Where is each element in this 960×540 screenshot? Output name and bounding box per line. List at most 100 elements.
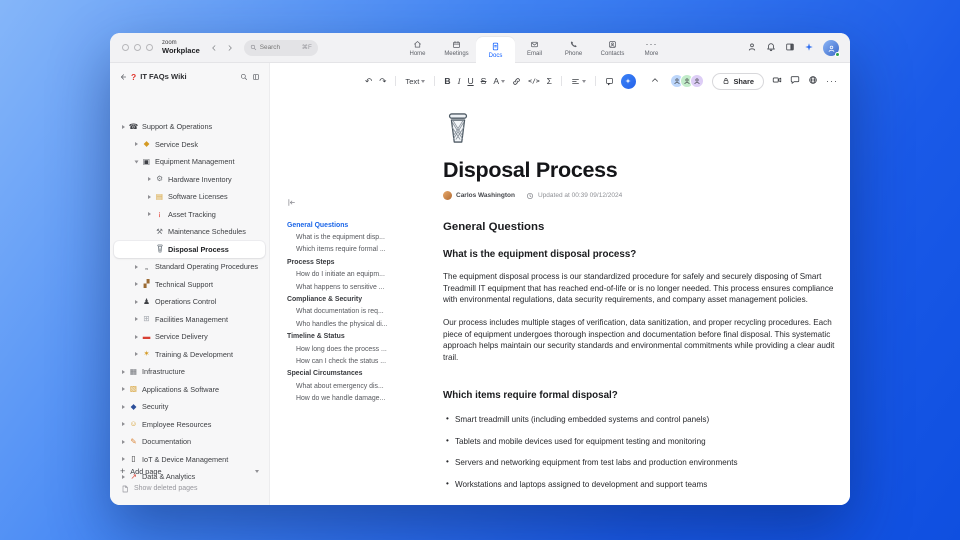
side-panel-toggle-icon[interactable] [785, 39, 795, 57]
chevron-right-icon[interactable] [131, 142, 141, 147]
chevron-right-icon[interactable] [118, 422, 128, 427]
close-window-icon[interactable] [122, 44, 129, 51]
chevron-right-icon[interactable] [131, 317, 141, 322]
global-search[interactable]: ⌘F [243, 39, 318, 56]
chevron-down-icon[interactable] [255, 469, 259, 473]
outline-item[interactable]: What about emergency dis... [287, 380, 439, 392]
tab-contacts[interactable]: Contacts [593, 33, 632, 63]
show-deleted-pages-button[interactable]: Show deleted pages [110, 480, 269, 497]
profile-icon[interactable] [747, 39, 757, 57]
chevron-right-icon[interactable] [144, 212, 154, 217]
add-page-button[interactable]: + Add page [110, 463, 269, 481]
share-button[interactable]: Share [712, 72, 764, 90]
sidebar-item-facilities-management[interactable]: ⊞ Facilities Management [110, 311, 269, 329]
outline-item[interactable]: Process Steps [287, 256, 439, 268]
sidebar-item-technical-support[interactable]: ▞ Technical Support [110, 276, 269, 294]
redo-icon[interactable]: ↷ [379, 77, 386, 86]
sidebar-item-standard-operating-procedures[interactable]: „ Standard Operating Procedures [110, 258, 269, 276]
chevron-right-icon[interactable] [131, 264, 141, 269]
outline-item[interactable]: Which items require formal ... [287, 244, 439, 256]
sidebar-item-software-licenses[interactable]: ▤ Software Licenses [110, 188, 269, 206]
chevron-right-icon[interactable] [118, 439, 128, 444]
strikethrough-button[interactable]: S [481, 77, 487, 86]
chevron-right-icon[interactable] [118, 404, 128, 409]
forward-icon[interactable] [226, 39, 234, 57]
outline-item[interactable]: Compliance & Security [287, 293, 439, 305]
tab-docs[interactable]: Docs [476, 37, 515, 63]
sidebar-item-hardware-inventory[interactable]: ⚙ Hardware Inventory [110, 171, 269, 189]
insert-link-button[interactable] [512, 77, 521, 86]
notifications-bell-icon[interactable] [766, 39, 776, 57]
more-options-icon[interactable]: ··· [826, 76, 838, 86]
minimize-window-icon[interactable] [134, 44, 141, 51]
globe-icon[interactable] [808, 72, 818, 90]
outline-item[interactable]: What is the equipment disp... [287, 231, 439, 243]
search-input[interactable] [259, 44, 294, 51]
outline-item[interactable]: How do I initiate an equipm... [287, 269, 439, 281]
italic-button[interactable]: I [458, 77, 461, 86]
chevron-right-icon[interactable] [118, 369, 128, 374]
tab-home[interactable]: Home [398, 33, 437, 63]
sidebar-item-security[interactable]: ◆ Security [110, 398, 269, 416]
back-arrow-icon[interactable] [119, 68, 127, 86]
maximize-window-icon[interactable] [146, 44, 153, 51]
chevron-right-icon[interactable] [131, 299, 141, 304]
sidebar-item-infrastructure[interactable]: ▦ Infrastructure [110, 363, 269, 381]
outline-item[interactable]: Timeline & Status [287, 331, 439, 343]
ai-companion-icon[interactable] [804, 39, 814, 57]
sidebar-collapse-icon[interactable] [252, 68, 260, 86]
collapse-outline-icon[interactable] [287, 194, 439, 212]
text-color-dropdown[interactable]: A [493, 77, 506, 86]
sidebar-item-employee-resources[interactable]: ☺ Employee Resources [110, 416, 269, 434]
sidebar-item-service-desk[interactable]: ◆ Service Desk [110, 136, 269, 154]
sidebar-item-training-development[interactable]: ✶ Training & Development [110, 346, 269, 364]
outline-item[interactable]: What documentation is req... [287, 306, 439, 318]
chevron-right-icon[interactable] [118, 457, 128, 462]
sidebar-item-operations-control[interactable]: ♟ Operations Control [110, 293, 269, 311]
sidebar-item-maintenance-schedules[interactable]: ⚒ Maintenance Schedules [110, 223, 269, 241]
tab-more[interactable]: ··· More [632, 33, 671, 63]
outline-item[interactable]: General Questions [287, 219, 439, 231]
user-avatar[interactable] [823, 40, 840, 57]
underline-button[interactable]: U [467, 77, 473, 86]
chevron-right-icon[interactable] [144, 177, 154, 182]
align-lines-icon [572, 78, 579, 84]
outline-item[interactable]: What happens to sensitive ... [287, 281, 439, 293]
outline-item[interactable]: How can I check the status ... [287, 355, 439, 367]
ai-assistant-button[interactable] [620, 73, 636, 89]
chevron-right-icon[interactable] [144, 194, 154, 199]
outline-item[interactable]: Who handles the physical di... [287, 318, 439, 330]
text-style-dropdown[interactable]: Text [405, 77, 426, 86]
back-icon[interactable] [210, 39, 218, 57]
sidebar-item-disposal-process[interactable]: Disposal Process [114, 240, 265, 258]
chevron-right-icon[interactable] [118, 124, 128, 129]
chat-bubble-icon[interactable] [790, 72, 800, 90]
chevron-right-icon[interactable] [131, 352, 141, 357]
sidebar-search-icon[interactable] [240, 68, 248, 86]
sidebar-item-asset-tracking[interactable]: ¡ Asset Tracking [110, 206, 269, 224]
tab-email[interactable]: Email [515, 33, 554, 63]
align-dropdown[interactable] [571, 77, 586, 86]
sidebar-item-service-delivery[interactable]: ▬ Service Delivery [110, 328, 269, 346]
chevron-right-icon[interactable] [131, 334, 141, 339]
chevron-right-icon[interactable] [118, 387, 128, 392]
chevron-down-icon[interactable] [131, 160, 141, 164]
chevron-right-icon[interactable] [131, 282, 141, 287]
sidebar-item-equipment-management[interactable]: ▣ Equipment Management [110, 153, 269, 171]
sidebar-item-support-operations[interactable]: ☎ Support & Operations [110, 118, 269, 136]
comment-button[interactable] [605, 77, 614, 86]
outline-item[interactable]: Special Circumstances [287, 368, 439, 380]
video-camera-icon[interactable] [772, 72, 782, 90]
sidebar-item-applications-software[interactable]: ▧ Applications & Software [110, 381, 269, 399]
sidebar-item-documentation[interactable]: ✎ Documentation [110, 433, 269, 451]
collaborator-avatars[interactable] [670, 74, 705, 88]
bold-button[interactable]: B [444, 77, 450, 86]
code-block-button[interactable]: </> [528, 77, 540, 85]
collapse-toolbar-icon[interactable] [650, 72, 660, 90]
undo-icon[interactable]: ↶ [365, 77, 372, 86]
tab-meetings[interactable]: Meetings [437, 33, 476, 63]
formula-button[interactable]: Σ [547, 77, 552, 86]
outline-item[interactable]: How long does the process ... [287, 343, 439, 355]
outline-item[interactable]: How do we handle damage... [287, 392, 439, 404]
tab-phone[interactable]: Phone [554, 33, 593, 63]
